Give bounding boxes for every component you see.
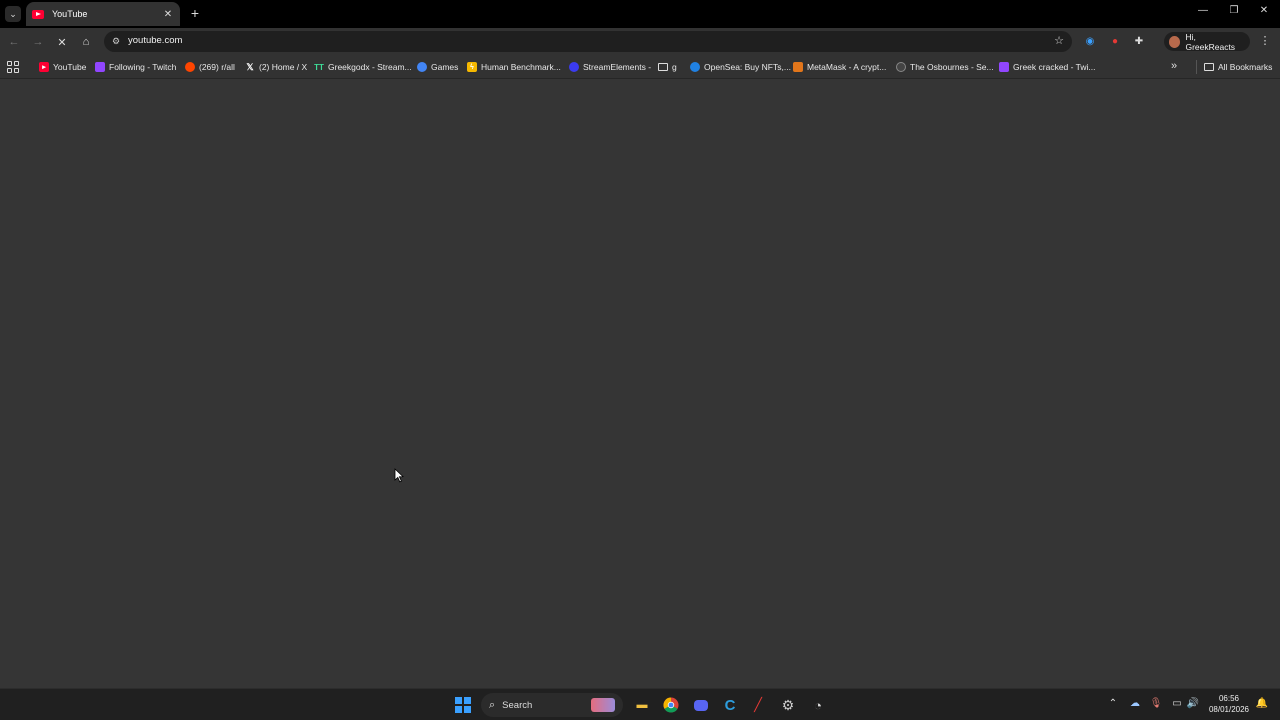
chrome-icon[interactable] <box>661 695 681 715</box>
bookmark-x-home[interactable]: 𝕏 (2) Home / X <box>245 60 307 74</box>
home-icon[interactable]: ⌂ <box>78 34 94 50</box>
bookmark-games[interactable]: Games <box>417 60 458 74</box>
windows-start-icon[interactable] <box>455 697 471 713</box>
twitch-icon <box>95 62 105 72</box>
settings-gear-icon[interactable]: ⚙ <box>778 695 798 715</box>
c-app-icon[interactable]: C <box>720 695 740 715</box>
back-arrow-icon[interactable]: ← <box>6 34 22 50</box>
steam-icon[interactable]: ◔ <box>808 695 828 715</box>
bookmark-star-icon[interactable]: ☆ <box>1054 34 1064 47</box>
bookmark-streamelements[interactable]: StreamElements - <box>569 60 651 74</box>
games-icon <box>417 62 427 72</box>
volume-icon[interactable]: 🔊 <box>1186 698 1200 709</box>
mouse-cursor-icon <box>394 468 404 483</box>
forward-arrow-icon[interactable]: → <box>30 34 46 50</box>
opensea-icon <box>690 62 700 72</box>
page-content-loading[interactable] <box>0 80 1280 688</box>
extension-audio-icon[interactable]: ◉ <box>1083 34 1097 48</box>
youtube-favicon-icon <box>32 9 44 19</box>
bookmark-youtube[interactable]: ▸ YouTube <box>39 60 86 74</box>
file-explorer-icon[interactable]: ▬ <box>632 695 652 715</box>
taskbar-clock[interactable]: 06:56 08/01/2026 <box>1204 693 1254 715</box>
stop-loading-icon[interactable]: ✕ <box>54 34 70 50</box>
bookmark-opensea[interactable]: OpenSea: Buy NFTs,... <box>690 60 791 74</box>
new-tab-plus-icon[interactable]: + <box>188 5 202 21</box>
network-icon[interactable]: ▭ <box>1170 698 1184 709</box>
clock-date: 08/01/2026 <box>1208 705 1250 714</box>
microphone-icon[interactable]: 🎙 <box>1149 698 1163 709</box>
x-icon: 𝕏 <box>246 61 254 72</box>
folder-icon <box>658 63 668 71</box>
bookmarks-bar: ▸ YouTube Following - Twitch (269) r/all … <box>0 55 1280 79</box>
twitch-icon <box>999 62 1009 72</box>
restore-icon[interactable]: ❐ <box>1227 5 1241 16</box>
search-highlight-icon <box>591 698 615 712</box>
streamelements-icon <box>569 62 579 72</box>
tray-overflow-chevron-icon[interactable]: ⌃ <box>1106 698 1120 709</box>
clock-time: 06:56 <box>1218 694 1240 703</box>
bookmark-following-twitch[interactable]: Following - Twitch <box>95 60 176 74</box>
youtube-icon: ▸ <box>39 62 49 72</box>
bookmark-human-benchmark[interactable]: ϟ Human Benchmark... <box>467 60 561 74</box>
bookmarks-overflow-chevron-icon[interactable]: » <box>1171 60 1177 72</box>
profile-label: Hi, GreekReacts <box>1185 31 1236 52</box>
browser-menu-icon[interactable]: ⋮ <box>1259 34 1271 47</box>
address-url[interactable]: youtube.com <box>128 35 182 46</box>
tab-search-chevron-icon[interactable]: ⌄ <box>5 6 21 22</box>
onedrive-icon[interactable]: ☁ <box>1128 698 1142 709</box>
address-bar[interactable]: ⚙ youtube.com ☆ <box>104 31 1072 52</box>
lightning-icon: ϟ <box>467 62 477 72</box>
metamask-icon <box>793 62 803 72</box>
all-bookmarks[interactable]: All Bookmarks <box>1204 60 1272 74</box>
bookmark-folder-g[interactable]: g <box>658 60 677 74</box>
bookmark-osbournes[interactable]: The Osbournes - Se... <box>896 60 994 74</box>
bookmark-metamask[interactable]: MetaMask - A crypt... <box>793 60 886 74</box>
browser-toolbar: ← → ✕ ⌂ ⚙ youtube.com ☆ ◉ ● ✚ Hi, GreekR… <box>0 28 1280 55</box>
bookmark-greekgodx-stream[interactable]: TT Greekgodx - Stream... <box>314 60 412 74</box>
apps-grid-icon[interactable] <box>7 61 19 73</box>
bookmark-reddit[interactable]: (269) r/all <box>185 60 235 74</box>
extensions-puzzle-icon[interactable]: ✚ <box>1132 34 1146 48</box>
taskbar-search-label: Search <box>502 699 533 711</box>
notification-bell-icon[interactable]: 🔔 <box>1255 698 1269 709</box>
search-icon: ⌕ <box>489 698 496 711</box>
discord-icon[interactable] <box>691 695 711 715</box>
tab-title: YouTube <box>52 9 88 19</box>
osbournes-icon <box>896 62 906 72</box>
tt-icon: TT <box>314 62 324 72</box>
taskbar-search[interactable]: ⌕ Search <box>481 693 623 717</box>
window-close-icon[interactable]: ✕ <box>1257 5 1271 16</box>
tab-close-icon[interactable]: ✕ <box>162 9 174 20</box>
folder-icon <box>1204 63 1214 71</box>
reddit-icon <box>185 62 195 72</box>
pen-app-icon[interactable]: ╱ <box>748 695 768 715</box>
profile-button[interactable]: Hi, GreekReacts <box>1164 31 1250 52</box>
extension-red-icon[interactable]: ● <box>1108 34 1122 48</box>
bookmarks-divider <box>1196 60 1197 74</box>
minimize-icon[interactable]: — <box>1196 5 1210 16</box>
windows-taskbar: ⌕ Search ▬ C ╱ ⚙ ◔ ⌃ ☁ 🎙 ▭ 🔊 06:56 08/01… <box>0 688 1280 720</box>
tab-strip: ⌄ YouTube ✕ + — ❐ ✕ <box>0 0 1280 28</box>
avatar <box>1169 35 1181 48</box>
tab-youtube[interactable]: YouTube ✕ <box>26 2 180 26</box>
site-info-icon[interactable]: ⚙ <box>112 36 122 46</box>
bookmark-greek-cracked[interactable]: Greek cracked - Twi... <box>999 60 1096 74</box>
